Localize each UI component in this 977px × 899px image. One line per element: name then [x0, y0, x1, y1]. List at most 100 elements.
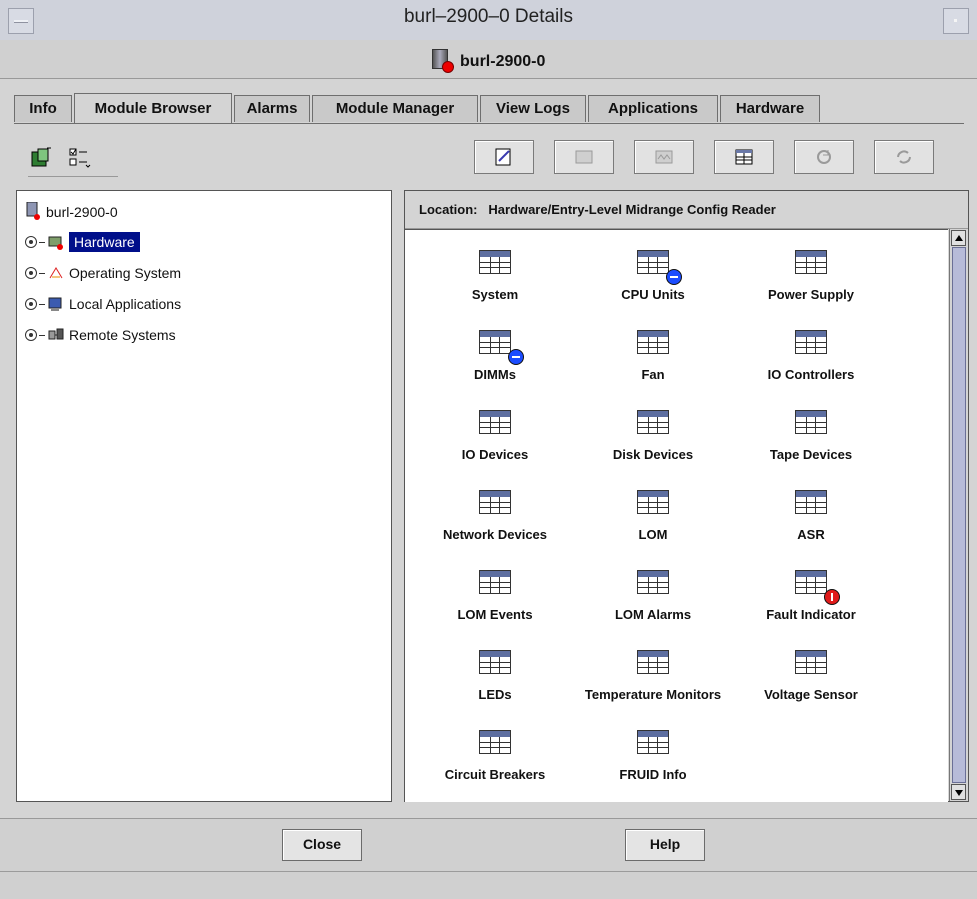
close-button[interactable]: Close	[282, 829, 362, 861]
module-tree[interactable]: burl-2900-0 Hardware Operating System Lo…	[16, 190, 392, 802]
table-icon	[795, 650, 827, 674]
tree-item-label: Hardware	[69, 232, 140, 252]
table-icon	[479, 490, 511, 514]
tree-item-operating-system[interactable]: Operating System	[25, 262, 181, 284]
tree-item-label: Remote Systems	[69, 327, 176, 343]
tree-item-remote-systems[interactable]: Remote Systems	[25, 324, 176, 346]
module-fault-indicator[interactable]: Fault Indicator	[731, 564, 891, 638]
table-icon	[637, 330, 669, 354]
location-bar: Location: Hardware/Entry-Level Midrange …	[405, 191, 968, 229]
monitor-button[interactable]	[634, 140, 694, 174]
tab-module-manager[interactable]: Module Manager	[312, 95, 478, 122]
module-io-devices[interactable]: IO Devices	[415, 404, 575, 478]
table-icon	[479, 650, 511, 674]
disabled-badge-icon	[508, 349, 524, 365]
tree-item-hardware[interactable]: Hardware	[25, 231, 140, 253]
error-badge-icon	[441, 61, 454, 73]
table-icon	[795, 410, 827, 434]
footer-divider	[0, 871, 977, 872]
module-fruid-info[interactable]: FRUID Info	[573, 724, 733, 798]
load-module-icon[interactable]	[30, 146, 52, 168]
tree-root-label: burl-2900-0	[46, 204, 118, 220]
table-icon	[479, 250, 511, 274]
expand-toggle-icon[interactable]	[25, 329, 37, 341]
table-icon	[637, 570, 669, 594]
location-label: Location:	[419, 202, 478, 217]
tree-item-local-applications[interactable]: Local Applications	[25, 293, 181, 315]
tree-item-label: Operating System	[69, 265, 182, 281]
module-system[interactable]: System	[415, 244, 575, 318]
module-temperature-monitors[interactable]: Temperature Monitors	[573, 644, 733, 718]
table-icon	[795, 490, 827, 514]
table-icon	[479, 410, 511, 434]
scroll-down-button[interactable]	[951, 784, 966, 800]
table-icon	[479, 570, 511, 594]
expand-toggle-icon[interactable]	[25, 267, 37, 279]
expand-toggle-icon[interactable]	[25, 236, 37, 248]
host-name: burl-2900-0	[460, 53, 546, 70]
tab-info[interactable]: Info	[14, 95, 72, 122]
edit-button[interactable]	[474, 140, 534, 174]
tree-toolbar	[28, 140, 118, 177]
module-fan[interactable]: Fan	[573, 324, 733, 398]
module-leds[interactable]: LEDs	[415, 644, 575, 718]
table-view-button[interactable]	[714, 140, 774, 174]
disabled-badge-icon	[666, 269, 682, 285]
tab-divider	[14, 123, 964, 124]
scroll-up-button[interactable]	[951, 230, 966, 246]
table-icon	[637, 490, 669, 514]
refresh-button[interactable]	[794, 140, 854, 174]
tree-root[interactable]: burl-2900-0	[25, 201, 118, 223]
module-io-controllers[interactable]: IO Controllers	[731, 324, 891, 398]
graph-button[interactable]	[554, 140, 614, 174]
expand-toggle-icon[interactable]	[25, 298, 37, 310]
tree-item-label: Local Applications	[69, 296, 182, 312]
module-tape-devices[interactable]: Tape Devices	[731, 404, 891, 478]
module-cpu-units[interactable]: CPU Units	[573, 244, 733, 318]
table-icon	[637, 730, 669, 754]
host-header: burl-2900-0	[0, 40, 977, 79]
table-icon	[479, 330, 524, 365]
module-lom-events[interactable]: LOM Events	[415, 564, 575, 638]
module-asr[interactable]: ASR	[731, 484, 891, 558]
module-power-supply[interactable]: Power Supply	[731, 244, 891, 318]
maximize-button[interactable]	[943, 8, 969, 34]
table-icon	[795, 570, 840, 605]
server-icon	[431, 49, 454, 73]
host-label-wrap: burl-2900-0	[0, 49, 977, 73]
module-network-devices[interactable]: Network Devices	[415, 484, 575, 558]
error-badge-icon	[824, 589, 840, 605]
details-window: burl–2900–0 Details burl-2900-0 Info Mod…	[0, 0, 977, 899]
window-title: burl–2900–0 Details	[403, 6, 573, 27]
checklist-icon[interactable]	[68, 146, 91, 168]
tab-view-logs[interactable]: View Logs	[480, 95, 586, 122]
location-path: Hardware/Entry-Level Midrange Config Rea…	[488, 202, 776, 217]
sync-button[interactable]	[874, 140, 934, 174]
local-apps-icon	[48, 296, 64, 312]
module-dimms[interactable]: DIMMs	[415, 324, 575, 398]
table-icon	[637, 650, 669, 674]
table-icon	[637, 410, 669, 434]
tab-module-browser[interactable]: Module Browser	[74, 93, 232, 124]
tab-alarms[interactable]: Alarms	[234, 95, 310, 122]
table-icon	[479, 730, 511, 754]
module-lom[interactable]: LOM	[573, 484, 733, 558]
help-button[interactable]: Help	[625, 829, 705, 861]
module-grid: System CPU Units Power Supply DIMMs Fan …	[405, 229, 948, 802]
table-icon	[637, 250, 682, 285]
table-icon	[795, 330, 827, 354]
vertical-scrollbar[interactable]	[949, 229, 968, 801]
table-icon	[795, 250, 827, 274]
scroll-thumb[interactable]	[952, 247, 966, 783]
module-disk-devices[interactable]: Disk Devices	[573, 404, 733, 478]
button-bar: Close Help	[0, 818, 977, 899]
module-lom-alarms[interactable]: LOM Alarms	[573, 564, 733, 638]
os-icon	[48, 265, 64, 281]
remote-systems-icon	[48, 327, 64, 343]
tab-applications[interactable]: Applications	[588, 95, 718, 122]
module-voltage-sensor[interactable]: Voltage Sensor	[731, 644, 891, 718]
module-browser-panel: Location: Hardware/Entry-Level Midrange …	[404, 190, 969, 802]
title-bar[interactable]: burl–2900–0 Details	[0, 0, 977, 41]
tab-hardware[interactable]: Hardware	[720, 95, 820, 122]
module-circuit-breakers[interactable]: Circuit Breakers	[415, 724, 575, 798]
